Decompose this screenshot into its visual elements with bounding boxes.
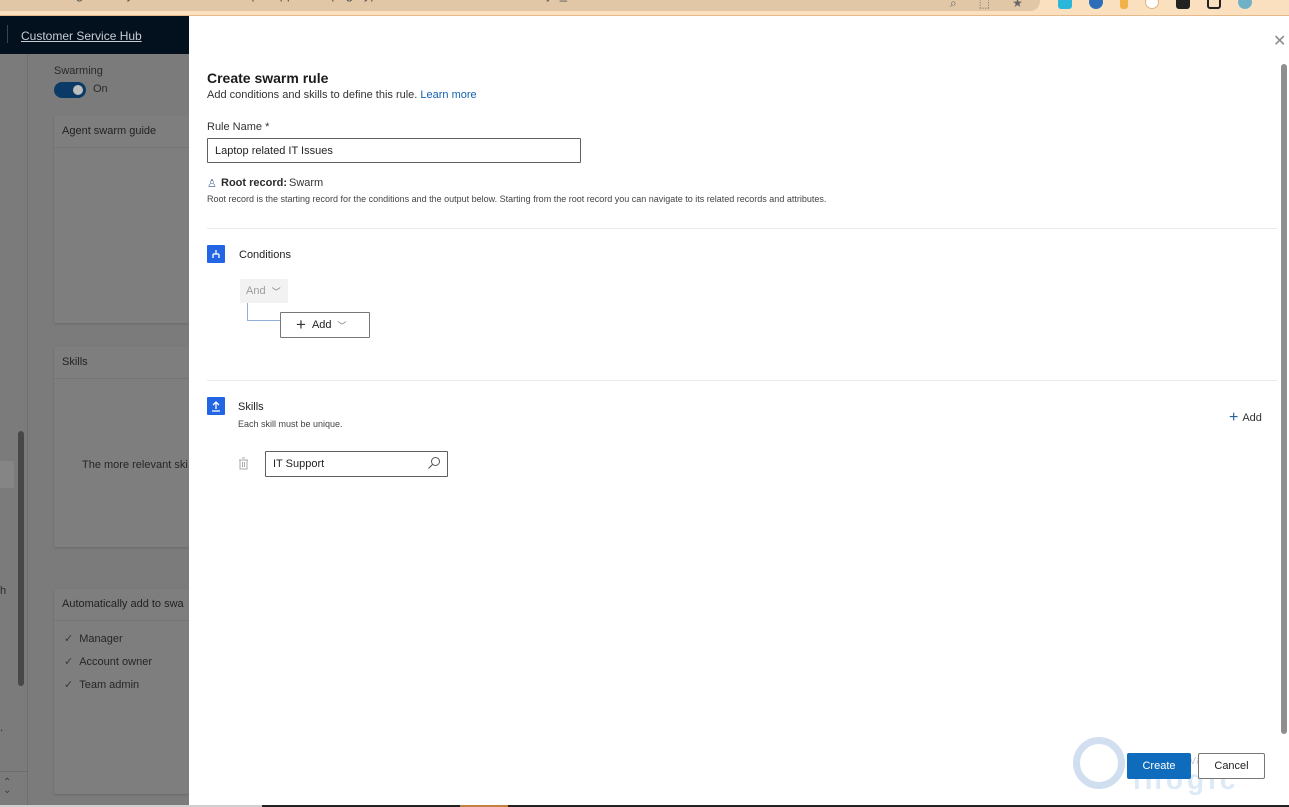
create-button[interactable]: Create <box>1127 753 1191 779</box>
add-condition-button[interactable]: + Add ﹀ <box>280 312 370 338</box>
skill-lookup-input[interactable] <box>266 452 421 476</box>
root-record-value: Swarm <box>289 177 324 189</box>
chevron-down-icon: ﹀ <box>337 320 347 331</box>
cancel-button[interactable]: Cancel <box>1198 753 1265 779</box>
learn-more-link[interactable]: Learn more <box>420 89 476 101</box>
list-item-label: Account owner <box>79 655 152 668</box>
plus-icon: + <box>1229 409 1239 426</box>
skill-lookup <box>265 451 448 477</box>
checkmark-icon: ✓ <box>64 679 74 691</box>
card-title: Skills <box>54 347 189 379</box>
background-page: h . ⌃ ⌄ Swarming On Agent swarm guide Ski… <box>0 54 189 805</box>
nav-scrollbar[interactable] <box>18 431 24 686</box>
list-item-label: Team admin <box>79 678 140 691</box>
swarming-toggle[interactable] <box>54 82 86 98</box>
list-item: ✓ Manager <box>64 627 179 650</box>
rule-name-label: Rule Name * <box>207 121 270 133</box>
panel-subtitle: Add conditions and skills to define this… <box>207 89 477 101</box>
nav-selected-item[interactable] <box>0 461 14 488</box>
extension-icon[interactable] <box>1145 0 1159 9</box>
add-condition-label: Add <box>311 319 332 331</box>
conditions-title: Conditions <box>239 249 291 261</box>
zoom-icon[interactable]: ⌕ <box>950 0 957 11</box>
card-title: Automatically add to swa <box>54 589 189 621</box>
divider <box>207 228 1277 229</box>
app-header: Customer Service Hub <box>0 16 189 54</box>
swarming-toggle-state: On <box>93 83 108 95</box>
hierarchy-person-icon: ♙ <box>207 178 217 190</box>
search-icon[interactable] <box>427 456 441 470</box>
window-icon[interactable] <box>1207 0 1221 9</box>
nav-partial-text: h <box>0 585 7 597</box>
area-switcher-icon[interactable]: ⌃ ⌄ <box>3 778 11 796</box>
extensions-bar <box>1058 0 1252 9</box>
address-bar-actions: ⌕ ⬚ ★ <box>950 0 1023 11</box>
checkmark-icon: ✓ <box>64 633 74 645</box>
condition-connector-line <box>247 303 280 321</box>
skills-upload-icon <box>207 397 225 415</box>
rule-name-input[interactable] <box>207 138 581 163</box>
plus-icon: + <box>296 315 306 334</box>
nav-divider <box>0 771 28 772</box>
list-item: ✓ Account owner <box>64 650 179 673</box>
add-skill-button[interactable]: + Add <box>1229 409 1262 426</box>
address-bar[interactable]: innosightcrm.dynamics.com/main.aspx?appi… <box>0 0 1040 11</box>
share-icon[interactable]: ⬚ <box>979 0 990 11</box>
extension-icon[interactable] <box>1089 0 1103 9</box>
left-navigation: h . ⌃ ⌄ <box>0 54 28 805</box>
root-record: ♙ Root record: Swarm <box>207 177 324 190</box>
header-separator <box>7 25 8 43</box>
agent-swarm-guide-card: Agent swarm guide <box>54 116 189 323</box>
browser-toolbar: innosightcrm.dynamics.com/main.aspx?appi… <box>0 0 1289 16</box>
list-item: ✓ Team admin <box>64 673 179 696</box>
skills-card: Skills The more relevant ski <box>54 347 189 547</box>
skills-card-text: The more relevant ski <box>82 459 188 471</box>
swarming-label: Swarming <box>54 65 103 77</box>
conditions-tree-icon <box>207 245 225 263</box>
panel-title: Create swarm rule <box>207 70 329 86</box>
watermark-circle <box>1073 737 1125 789</box>
nav-partial-dot: . <box>0 722 4 734</box>
root-record-description: Root record is the starting record for t… <box>207 194 827 204</box>
subtitle-text: Add conditions and skills to define this… <box>207 89 418 101</box>
root-record-label: Root record: <box>221 177 287 189</box>
app-title-link[interactable]: Customer Service Hub <box>21 29 142 43</box>
close-icon[interactable]: ✕ <box>1273 34 1289 50</box>
extension-icon[interactable] <box>1058 0 1072 9</box>
operator-dropdown[interactable]: And ﹀ <box>240 279 288 303</box>
create-swarm-rule-panel: ✕ Create swarm rule Add conditions and s… <box>189 16 1289 805</box>
panel-scrollbar[interactable] <box>1281 64 1287 734</box>
extension-icon[interactable] <box>1120 0 1128 9</box>
card-title: Agent swarm guide <box>54 116 189 148</box>
list-item-label: Manager <box>79 632 123 645</box>
delete-skill-icon[interactable] <box>238 457 250 471</box>
bookmark-star-icon[interactable]: ★ <box>1012 0 1023 11</box>
checkmark-icon: ✓ <box>64 656 74 668</box>
url-text[interactable]: innosightcrm.dynamics.com/main.aspx?appi… <box>42 0 942 2</box>
chevron-down-icon: ﹀ <box>271 286 281 297</box>
profile-avatar[interactable] <box>1238 0 1252 9</box>
auto-add-card: Automatically add to swa ✓ Manager ✓ Accou… <box>54 589 189 794</box>
add-skill-label: Add <box>1242 412 1262 424</box>
operator-value: And <box>246 285 266 297</box>
auto-add-list: ✓ Manager ✓ Account owner ✓ Team admin <box>54 621 189 702</box>
extensions-puzzle-icon[interactable] <box>1176 0 1190 9</box>
divider <box>207 380 1277 381</box>
skills-title: Skills <box>238 401 264 413</box>
skills-description: Each skill must be unique. <box>238 419 343 429</box>
